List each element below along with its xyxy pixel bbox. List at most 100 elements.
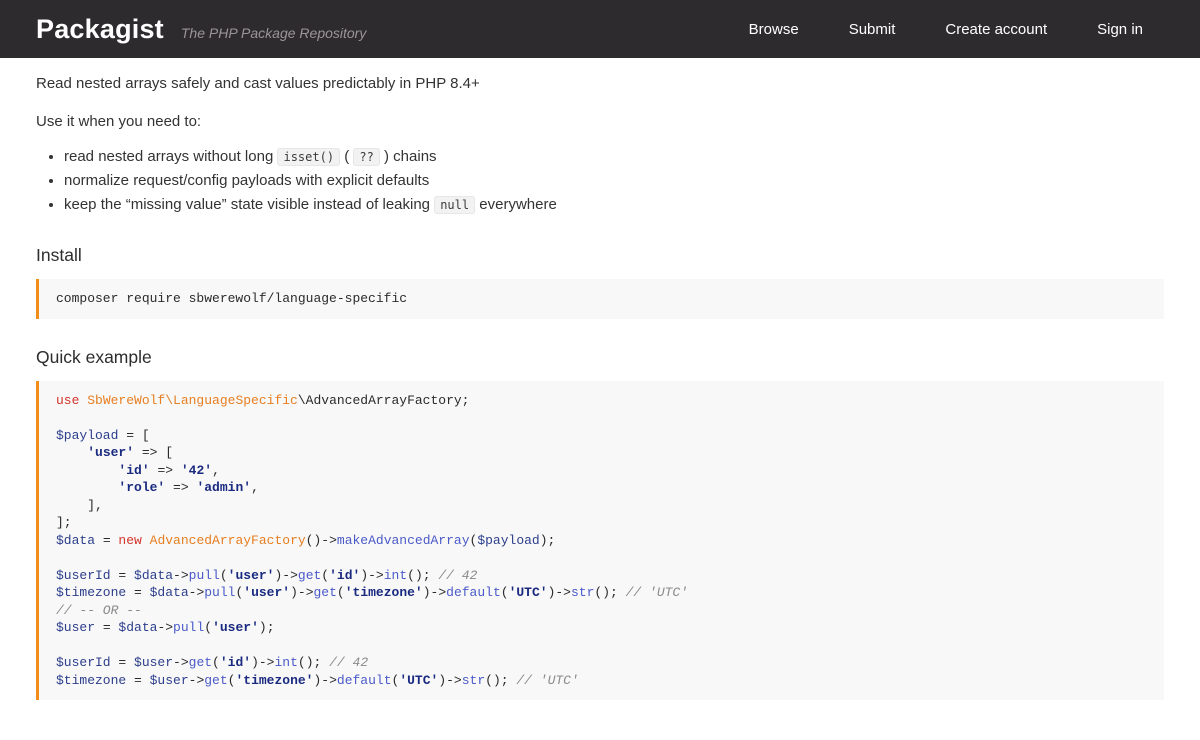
code-token: pull [204,585,235,600]
code-token: 'user' [243,585,290,600]
code-token: (); [594,585,625,600]
text-run: everywhere [475,196,557,213]
code-line: $userId = $data->pull('user')->get('id')… [56,567,1147,585]
packagist-logo[interactable]: Packagist [36,14,164,45]
main-nav: Browse Submit Create account Sign in [749,21,1143,38]
example-code-block: use SbWereWolf\LanguageSpecific\Advanced… [36,381,1164,701]
code-token [56,480,118,495]
code-token: ], [56,498,103,513]
code-line: 'id' => '42', [56,462,1147,480]
code-token: $userId [56,568,111,583]
code-token: get [314,585,337,600]
code-token: '42' [181,463,212,478]
code-token: ( [204,620,212,635]
code-line [56,637,1147,655]
code-line: 'user' => [ [56,444,1147,462]
feature-item: read nested arrays without long isset() … [64,145,1164,169]
code-token: = [ [118,428,149,443]
quick-example-heading: Quick example [36,347,1164,368]
code-token: $user [134,655,173,670]
code-token: = [111,568,134,583]
code-token: str [571,585,594,600]
text-run: read nested arrays without long [64,148,277,165]
code-token: get [298,568,321,583]
inline-code: isset() [277,148,340,166]
code-line [56,409,1147,427]
code-token: $payload [56,428,118,443]
text-run: ( [340,148,353,165]
code-token: ); [259,620,275,635]
code-token: ( [212,655,220,670]
code-token: ()-> [306,533,337,548]
nav-item-create-account[interactable]: Create account [945,21,1047,38]
text-run: normalize request/config payloads with e… [64,172,429,189]
code-token: 'user' [228,568,275,583]
header: Packagist The PHP Package Repository Bro… [0,0,1200,58]
nav-item-browse[interactable]: Browse [749,21,799,38]
intro-paragraph: Read nested arrays safely and cast value… [36,73,1164,95]
code-token: $data [118,620,157,635]
code-token: pull [173,620,204,635]
code-token: // 42 [438,568,477,583]
code-token: 'role' [118,480,165,495]
code-token: 'UTC' [509,585,548,600]
code-line: 'role' => 'admin', [56,479,1147,497]
code-token: (); [298,655,329,670]
code-token: ]; [56,515,72,530]
code-token: $timezone [56,585,126,600]
brand: Packagist The PHP Package Repository [36,14,366,45]
code-token: makeAdvancedArray [337,533,470,548]
code-token: get [189,655,212,670]
code-token: 'timezone' [345,585,423,600]
code-token: default [446,585,501,600]
code-token: -> [157,620,173,635]
code-token: ( [321,568,329,583]
code-line: $data = new AdvancedArrayFactory()->make… [56,532,1147,550]
nav-item-submit[interactable]: Submit [849,21,896,38]
inline-code: null [434,196,475,214]
code-line [56,549,1147,567]
code-token: , [212,463,220,478]
inline-code: ?? [353,148,379,166]
code-token: int [274,655,297,670]
code-token: int [384,568,407,583]
code-line: // -- OR -- [56,602,1147,620]
code-token: // 42 [329,655,368,670]
code-line: $user = $data->pull('user'); [56,619,1147,637]
site-tagline: The PHP Package Repository [181,25,366,41]
use-cases-paragraph: Use it when you need to: [36,111,1164,133]
code-token: 'id' [220,655,251,670]
code-token: 'id' [329,568,360,583]
code-token: // 'UTC' [626,585,688,600]
install-code-block: composer require sbwerewolf/language-spe… [36,279,1164,319]
code-token: $payload [477,533,539,548]
code-token: \AdvancedArrayFactory; [298,393,470,408]
code-token: -> [173,655,189,670]
code-token: // -- OR -- [56,603,142,618]
code-token: $data [134,568,173,583]
code-line: use SbWereWolf\LanguageSpecific\Advanced… [56,392,1147,410]
code-token: SbWereWolf\LanguageSpecific [87,393,298,408]
nav-item-sign-in[interactable]: Sign in [1097,21,1143,38]
code-token [56,445,87,460]
code-token: = [95,533,118,548]
code-token: )-> [423,585,446,600]
code-token: AdvancedArrayFactory [150,533,306,548]
code-line: $payload = [ [56,427,1147,445]
code-token [56,463,118,478]
code-token: )-> [290,585,313,600]
code-line: $timezone = $data->pull('user')->get('ti… [56,584,1147,602]
code-token: 'user' [212,620,259,635]
code-token: use [56,393,87,408]
code-token: -> [173,568,189,583]
code-line: ]; [56,514,1147,532]
code-token: )-> [360,568,383,583]
code-token: $data [56,533,95,548]
text-run: keep the “missing value” state visible i… [64,196,434,213]
code-token: $userId [56,655,111,670]
code-token: => [165,480,196,495]
code-token: = [126,585,149,600]
code-line: $timezone = $user->get('timezone')->defa… [56,672,1147,690]
example-code: use SbWereWolf\LanguageSpecific\Advanced… [56,392,1147,690]
install-heading: Install [36,245,1164,266]
